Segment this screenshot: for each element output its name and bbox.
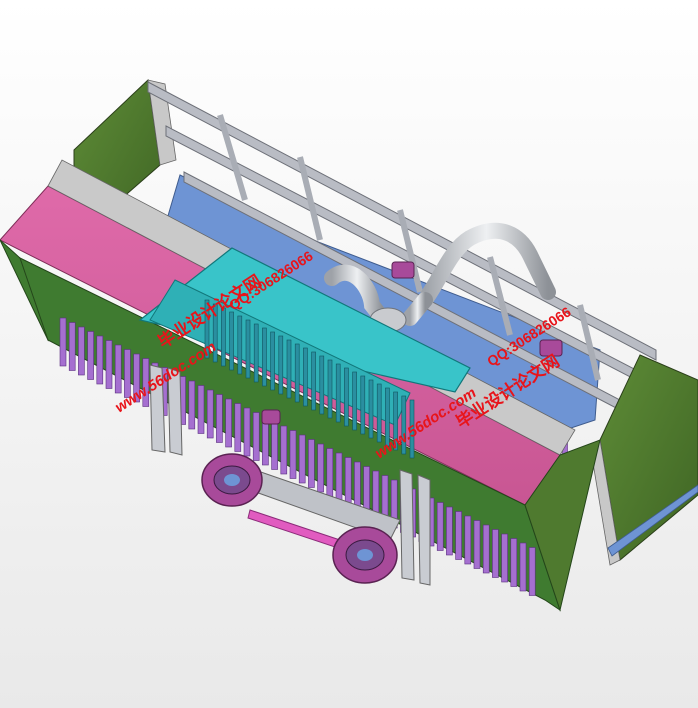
tray-slat	[229, 311, 234, 371]
slat	[105, 340, 113, 389]
slat	[528, 547, 536, 596]
tray-slat	[319, 355, 325, 415]
tray-slat	[327, 359, 333, 419]
slat	[510, 538, 518, 587]
slat	[492, 529, 499, 578]
slat	[317, 443, 324, 493]
slat	[482, 524, 490, 574]
tray-slat	[344, 367, 349, 427]
tray-slat	[278, 335, 284, 395]
tray-slat	[360, 375, 366, 435]
slat	[252, 412, 260, 461]
slat	[436, 502, 444, 551]
slat	[234, 403, 242, 452]
tray-slat	[303, 347, 308, 407]
slat	[298, 434, 306, 484]
slat	[289, 430, 297, 479]
slat	[501, 533, 508, 583]
slat	[308, 439, 315, 488]
slat	[114, 344, 122, 394]
tray-slat	[376, 383, 382, 443]
slat	[243, 407, 251, 457]
slat	[59, 317, 67, 367]
slat	[473, 520, 481, 569]
slat	[344, 457, 352, 506]
tray-slat	[237, 315, 243, 375]
cad-viewport[interactable]: 毕业设计论文网 www.56doc.com QQ:306826066 毕业设计论…	[0, 0, 698, 708]
slat	[446, 506, 453, 556]
tray-slat	[294, 343, 300, 403]
tray-slat	[262, 327, 267, 387]
drive-wheel-left	[201, 453, 263, 507]
slat	[271, 421, 278, 470]
tray-slat	[286, 339, 292, 399]
tray-slat	[253, 323, 259, 383]
slat	[225, 398, 232, 448]
tray-slat	[311, 351, 316, 411]
slat	[78, 326, 85, 376]
slat	[455, 511, 462, 560]
tray-slat	[270, 331, 275, 391]
slat	[519, 542, 527, 592]
slat	[280, 425, 288, 475]
slat	[335, 452, 343, 502]
slat	[326, 448, 334, 497]
slat	[216, 394, 223, 443]
tray-slat	[352, 371, 357, 431]
tray-slat	[245, 319, 251, 379]
green-side-frame-right	[589, 354, 698, 566]
tray-slat	[335, 363, 341, 423]
slat	[87, 331, 94, 380]
slat	[206, 389, 214, 439]
slat	[68, 322, 76, 371]
machine-model-illustration	[0, 78, 698, 612]
slat	[197, 385, 205, 434]
slat	[96, 335, 104, 385]
drive-wheel-right	[332, 526, 398, 584]
slat	[464, 515, 472, 565]
slat	[354, 461, 361, 511]
tray-slat	[221, 307, 226, 367]
slat	[188, 380, 196, 430]
tray-slat	[368, 379, 374, 439]
